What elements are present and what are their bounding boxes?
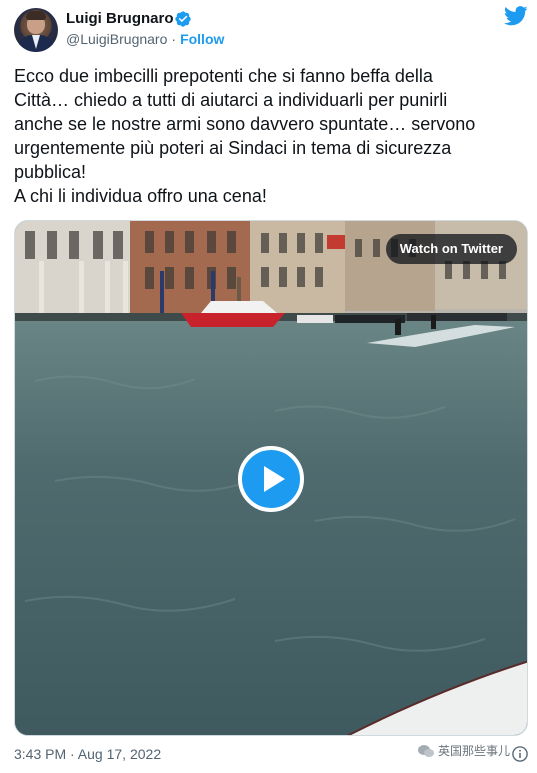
- video-media[interactable]: Watch on Twitter: [14, 220, 528, 736]
- wechat-logo-icon: [418, 745, 434, 757]
- watermark: 英国那些事儿: [418, 740, 510, 762]
- author-name[interactable]: Luigi Brugnaro: [66, 10, 174, 28]
- handle-row: @LuigiBrugnaro · Follow: [66, 31, 224, 48]
- watermark-text: 英国那些事儿: [438, 744, 511, 758]
- play-button[interactable]: [238, 446, 304, 512]
- twitter-bird-icon[interactable]: [504, 6, 528, 26]
- author-handle[interactable]: @LuigiBrugnaro: [66, 31, 167, 47]
- follow-link[interactable]: Follow: [180, 31, 224, 47]
- watch-on-twitter-button[interactable]: Watch on Twitter: [385, 234, 517, 264]
- avatar[interactable]: [14, 8, 58, 52]
- verified-badge-icon: [175, 11, 191, 27]
- info-icon[interactable]: [511, 745, 529, 763]
- separator-dot: ·: [171, 31, 177, 47]
- tweet-text: Ecco due imbecilli prepotenti che si fan…: [14, 66, 476, 206]
- tweet-timestamp[interactable]: 3:43 PM · Aug 17, 2022: [14, 746, 161, 763]
- tweet-card: Luigi Brugnaro @LuigiBrugnaro · Follow Ecc…: [0, 0, 537, 773]
- play-icon: [264, 466, 285, 492]
